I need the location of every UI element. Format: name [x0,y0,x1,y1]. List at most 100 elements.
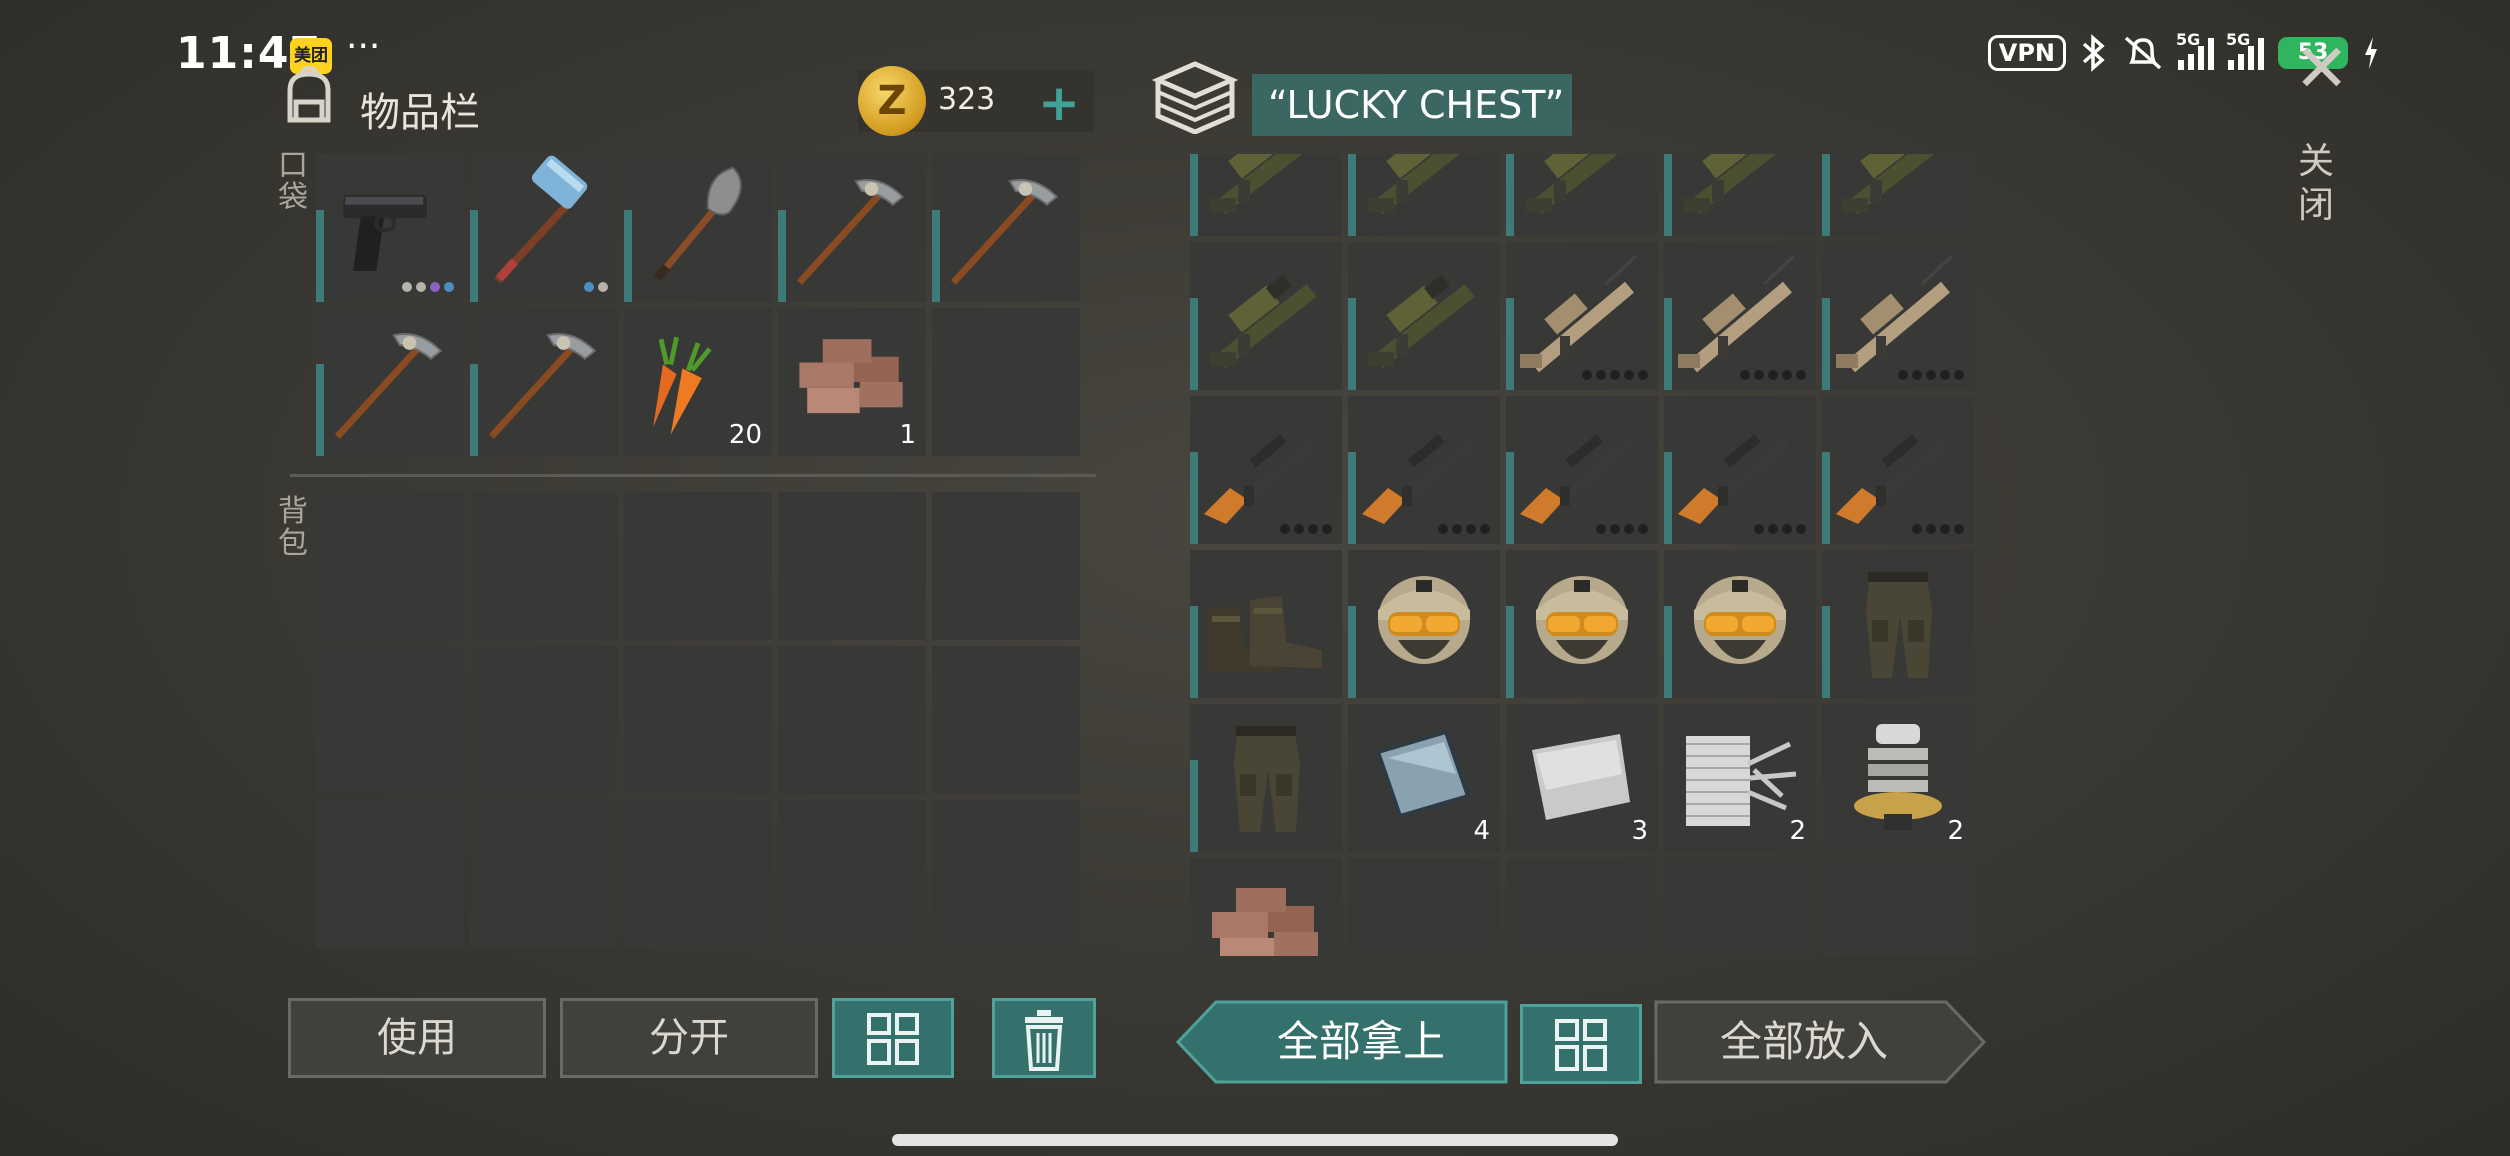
chest-slot-sniper-rifle[interactable] [1664,396,1816,544]
upgrade-dot [416,282,426,292]
sort-chest-button[interactable] [1520,1004,1642,1084]
backpack-slot-empty[interactable] [470,800,618,948]
trash-icon [1025,1010,1063,1071]
backpack-slot-empty[interactable] [316,800,464,948]
grenade-launcher-rifle-icon [1210,274,1317,369]
chest-slot-tan-assault-rifle[interactable] [1822,242,1974,390]
sort-inventory-button[interactable] [832,998,954,1078]
chest-slot-military-helmet[interactable] [1348,550,1500,698]
chest-slot-military-helmet[interactable] [1506,550,1658,698]
chest-slot-military-pants[interactable] [1822,550,1974,698]
sniper-rifle-icon [1204,434,1317,527]
chest-slot-tan-assault-rifle[interactable] [1506,242,1658,390]
chest-slot-grenade-launcher-rifle[interactable] [1348,242,1500,390]
chest-icon [1152,61,1238,134]
delete-button[interactable] [992,998,1096,1078]
upgrade-dot [1638,370,1648,380]
sniper-rifle-icon [1678,434,1791,527]
coin-icon: Z [858,66,926,136]
pocket-slot-carrots[interactable]: 20 [624,308,772,456]
upgrade-dot [1582,370,1592,380]
backpack-slot-empty[interactable] [316,646,464,794]
backpack-slot-empty[interactable] [316,492,464,640]
upgrade-dots [1912,524,1964,534]
military-pants-icon [1234,726,1300,832]
put-all-button[interactable]: 全部放入 [1658,1002,1950,1082]
grid-icon [867,1013,919,1065]
chest-slot-grenade-launcher-rifle[interactable] [1190,242,1342,390]
chest-slot-military-boots[interactable] [1190,550,1342,698]
pocket-slot-pickaxe[interactable] [470,308,618,456]
military-pants-icon [1866,572,1932,678]
chest-slot-sniper-rifle[interactable] [1506,396,1658,544]
backpack-slot-empty[interactable] [932,800,1080,948]
backpack-slot-empty[interactable] [624,800,772,948]
chest-slot-spring-part[interactable]: 2 [1822,704,1974,852]
backpack-slot-empty[interactable] [624,492,772,640]
chest-slot-empty[interactable] [1506,858,1658,956]
upgrade-dot [1596,370,1606,380]
upgrade-dot [1596,524,1606,534]
chest-slot-empty[interactable] [1348,858,1500,956]
upgrade-dot [1782,370,1792,380]
backpack-slot-empty[interactable] [470,646,618,794]
upgrade-dot [1294,524,1304,534]
tan-assault-rifle-icon [1836,254,1954,373]
backpack-slot-empty[interactable] [932,492,1080,640]
chest-name: “LUCKY CHEST” [1252,74,1572,136]
upgrade-dot [1638,524,1648,534]
chest-slot-grenade-launcher-rifle[interactable] [1822,154,1974,236]
backpack-slot-empty[interactable] [470,492,618,640]
pocket-slot-empty[interactable] [932,308,1080,456]
upgrade-dot [1940,524,1950,534]
upgrade-dot [1322,524,1332,534]
chest-slot-mesh-fiber[interactable]: 2 [1664,704,1816,852]
upgrade-dots [402,282,454,292]
upgrade-dot [444,282,454,292]
pocket-slot-shovel[interactable] [624,154,772,302]
signal-icon-2: 5G [2226,30,2264,70]
pocket-slot-pickaxe[interactable] [932,154,1080,302]
backpack-slot-empty[interactable] [778,800,926,948]
chest-slot-steel-plate[interactable]: 3 [1506,704,1658,852]
backpack-slot-empty[interactable] [932,646,1080,794]
chest-slot-grenade-launcher-rifle[interactable] [1506,154,1658,236]
grenade-launcher-rifle-icon [1210,154,1317,215]
add-coins-button[interactable]: + [1038,74,1080,132]
use-button[interactable]: 使用 [288,998,546,1078]
pocket-slot-sledgehammer[interactable] [470,154,618,302]
chest-slot-grenade-launcher-rifle[interactable] [1348,154,1500,236]
close-icon[interactable]: ✕ [2294,36,2349,102]
upgrade-dot [1768,524,1778,534]
pickaxe-icon [950,179,1059,285]
close-button[interactable]: 关闭 [2298,140,2338,228]
chest-slot-glass-plate[interactable]: 4 [1348,704,1500,852]
chest-slot-sniper-rifle[interactable] [1190,396,1342,544]
home-indicator[interactable] [892,1134,1618,1146]
chest-grid-viewport[interactable]: 4 3 2 2 [1190,154,1990,956]
backpack-slot-empty[interactable] [778,646,926,794]
pocket-slot-bricks[interactable]: 1 [778,308,926,456]
chest-slot-empty[interactable] [1664,858,1816,956]
chest-slot-military-helmet[interactable] [1664,550,1816,698]
chest-slot-sniper-rifle[interactable] [1822,396,1974,544]
chest-slot-military-pants[interactable] [1190,704,1342,852]
pocket-slot-pickaxe[interactable] [316,308,464,456]
take-all-button[interactable]: 全部拿上 [1216,1002,1506,1082]
upgrade-dots [1582,370,1648,380]
chest-slot-empty[interactable] [1822,858,1974,956]
chest-slot-bricks[interactable] [1190,858,1342,956]
pocket-slot-pickaxe[interactable] [778,154,926,302]
split-button[interactable]: 分开 [560,998,818,1078]
military-helmet-icon [1694,576,1786,664]
chest-slot-grenade-launcher-rifle[interactable] [1664,154,1816,236]
upgrade-dots [1280,524,1332,534]
chest-slot-tan-assault-rifle[interactable] [1664,242,1816,390]
upgrade-dot [1782,524,1792,534]
backpack-slot-empty[interactable] [624,646,772,794]
backpack-slot-empty[interactable] [778,492,926,640]
chest-slot-grenade-launcher-rifle[interactable] [1190,154,1342,236]
pocket-slot-pistol[interactable] [316,154,464,302]
chest-slot-sniper-rifle[interactable] [1348,396,1500,544]
sledgehammer-icon [494,155,588,284]
